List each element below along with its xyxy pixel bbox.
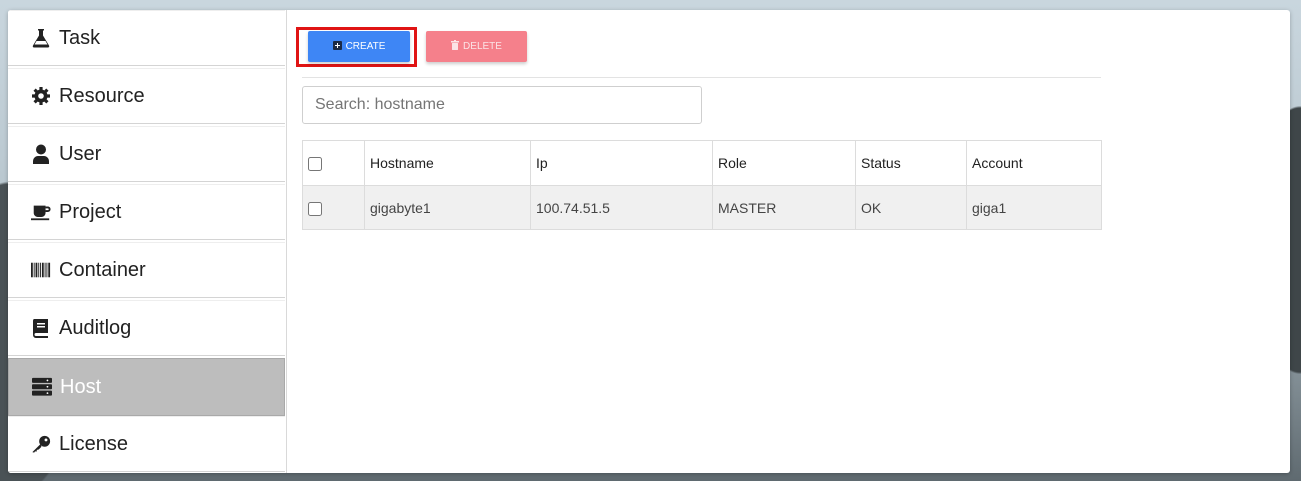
cell-account: giga1	[966, 185, 1102, 230]
sidebar-item-project[interactable]: Project	[8, 184, 285, 240]
delete-button[interactable]: DELETE	[426, 31, 527, 62]
divider	[302, 77, 1101, 78]
sidebar-item-label: Auditlog	[59, 316, 132, 339]
barcode-icon	[31, 260, 51, 280]
sidebar-item-host[interactable]: Host	[8, 358, 285, 416]
create-button[interactable]: CREATE	[308, 31, 410, 62]
book-icon	[31, 318, 51, 338]
plus-square-icon	[332, 40, 342, 53]
sidebar-item-container[interactable]: Container	[8, 242, 285, 298]
main-content: CREATE DELETE Hostname Ip Role Status	[287, 10, 1290, 473]
flask-icon	[31, 28, 51, 48]
app-window: Task Resource User Project Container Aud…	[8, 10, 1290, 473]
sidebar-item-auditlog[interactable]: Auditlog	[8, 300, 285, 356]
key-icon	[31, 434, 51, 454]
column-header-hostname[interactable]: Hostname	[364, 140, 531, 186]
row-select-cell	[302, 185, 365, 230]
column-header-role[interactable]: Role	[712, 140, 856, 186]
gear-icon	[31, 86, 51, 106]
sidebar-item-label: Resource	[59, 84, 145, 107]
sidebar-item-label: User	[59, 142, 102, 165]
search-input[interactable]	[302, 86, 702, 124]
row-checkbox[interactable]	[308, 201, 322, 216]
sidebar-item-label: Container	[59, 258, 146, 281]
cell-hostname: gigabyte1	[364, 185, 531, 230]
hosts-table: Hostname Ip Role Status Account gigabyte…	[302, 140, 1102, 230]
delete-button-label: DELETE	[463, 41, 502, 52]
sidebar-item-task[interactable]: Task	[8, 10, 285, 66]
sidebar-item-user[interactable]: User	[8, 126, 285, 182]
cell-role: MASTER	[712, 185, 856, 230]
sidebar: Task Resource User Project Container Aud…	[8, 10, 287, 473]
column-header-ip[interactable]: Ip	[530, 140, 713, 186]
sidebar-item-label: Task	[59, 26, 101, 49]
sidebar-item-resource[interactable]: Resource	[8, 68, 285, 124]
sidebar-item-license[interactable]: License	[8, 416, 285, 472]
user-icon	[31, 144, 51, 164]
create-button-label: CREATE	[345, 41, 386, 52]
trash-icon	[451, 40, 460, 53]
server-icon	[32, 377, 52, 397]
select-all-cell	[302, 140, 365, 186]
sidebar-item-label: License	[59, 432, 128, 455]
sidebar-item-label: Project	[59, 200, 122, 223]
table-header-row: Hostname Ip Role Status Account	[302, 140, 1102, 186]
coffee-icon	[31, 202, 51, 222]
select-all-checkbox[interactable]	[308, 157, 322, 172]
column-header-status[interactable]: Status	[855, 140, 967, 186]
column-header-account[interactable]: Account	[966, 140, 1102, 186]
cell-status: OK	[855, 185, 967, 230]
sidebar-item-label: Host	[60, 375, 102, 398]
table-row[interactable]: gigabyte1 100.74.51.5 MASTER OK giga1	[302, 185, 1102, 230]
cell-ip: 100.74.51.5	[530, 185, 713, 230]
